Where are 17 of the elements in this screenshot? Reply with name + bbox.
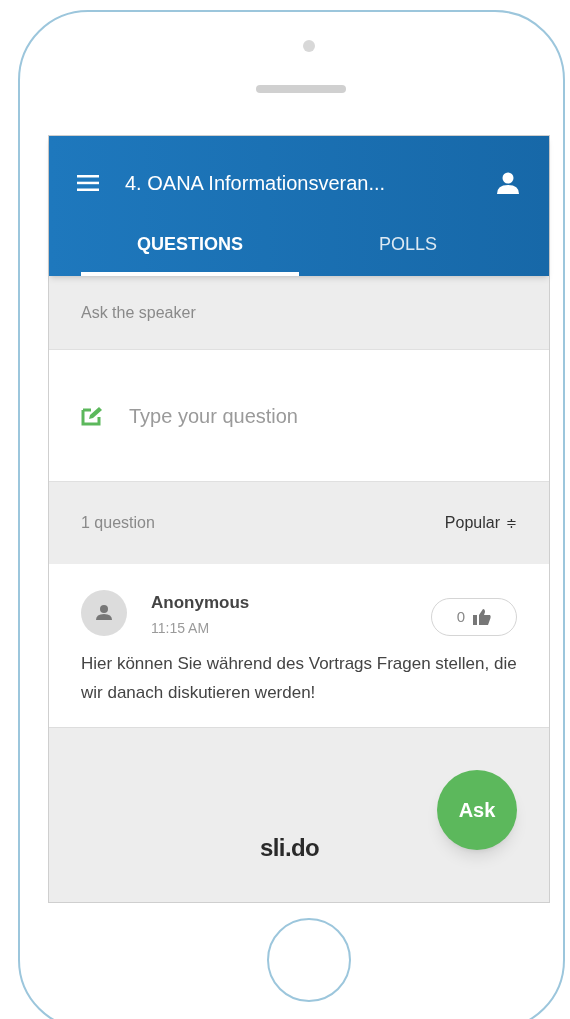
question-time: 11:15 AM bbox=[151, 618, 211, 638]
ask-button[interactable]: Ask bbox=[437, 769, 517, 850]
question-input[interactable]: Type your question bbox=[49, 349, 549, 482]
slido-logo: sli.do bbox=[260, 832, 320, 863]
avatar-icon bbox=[81, 590, 127, 636]
question-text: Hier können Sie während des Vortrags Fragen stellen, die wir danach diskutieren werden! bbox=[81, 652, 517, 704]
event-title: 4. OANA Informationsveran... bbox=[125, 171, 386, 196]
tab[interactable]: POLLS bbox=[299, 226, 517, 276]
tab[interactable]: QUESTIONS bbox=[81, 226, 299, 276]
question-count: 1 question bbox=[81, 513, 155, 533]
edit-icon bbox=[81, 405, 103, 426]
menu-icon[interactable] bbox=[77, 175, 99, 191]
thumbs-up-icon bbox=[473, 609, 492, 625]
user-icon[interactable] bbox=[497, 172, 519, 194]
author-name: Anonymous bbox=[151, 592, 250, 614]
ask-heading: Ask the speaker bbox=[80, 302, 197, 323]
sort-dropdown[interactable]: Popular ≑ bbox=[444, 511, 517, 535]
